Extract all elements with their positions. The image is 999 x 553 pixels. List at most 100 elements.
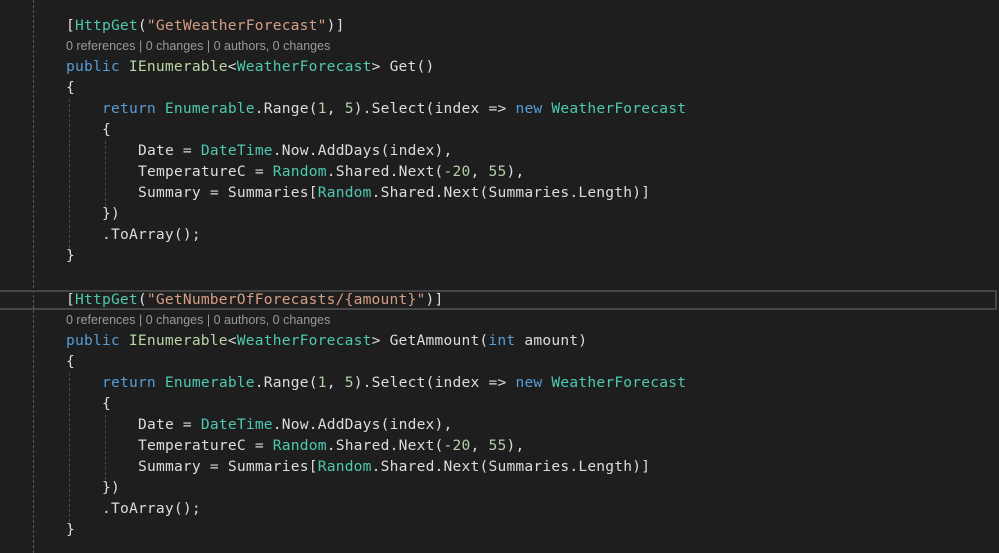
code-line-temperature[interactable]: TemperatureC = Random.Shared.Next(-20, 5… — [138, 161, 524, 182]
token: > — [371, 58, 381, 75]
token: .Range( — [254, 374, 318, 391]
code-line-open-brace[interactable]: { — [66, 351, 75, 372]
code-line-return[interactable]: return Enumerable.Range(1, 5).Select(ind… — [102, 372, 686, 393]
codelens-authors[interactable]: 0 authors, 0 changes — [214, 313, 331, 327]
token: { — [102, 395, 111, 412]
token: .ToArray(); — [102, 226, 201, 243]
token: .Shared.Next(Summaries.Length)] — [371, 184, 651, 201]
token: Date = — [138, 416, 201, 433]
token-type: Random — [272, 163, 327, 180]
code-line-close-brace[interactable]: } — [66, 519, 75, 540]
token-number: 1 — [317, 374, 327, 391]
code-line-signature[interactable]: public IEnumerable<WeatherForecast> GetA… — [66, 330, 587, 351]
token-interface: IEnumerable — [128, 332, 228, 349]
token-type: Random — [317, 458, 372, 475]
token: )] — [425, 291, 444, 308]
token-type: WeatherForecast — [236, 332, 372, 349]
codelens-separator: | — [203, 313, 214, 327]
code-line-open-brace[interactable]: { — [66, 77, 75, 98]
token-type: WeatherForecast — [551, 374, 687, 391]
token-number: 1 — [317, 100, 327, 117]
token-type: Enumerable — [164, 100, 255, 117]
token-type: Random — [317, 184, 372, 201]
token-type: DateTime — [200, 416, 273, 433]
token: ).Select(index => — [353, 100, 516, 117]
token: } — [66, 521, 75, 538]
token: < — [227, 332, 237, 349]
token: , — [326, 374, 345, 391]
token: ), — [506, 437, 525, 454]
token: { — [66, 79, 75, 96]
token-param: amount) — [515, 332, 588, 349]
indent-guide-method1 — [69, 99, 70, 253]
token-interface: IEnumerable — [128, 58, 228, 75]
token-string: "GetNumberOfForecasts/{amount}" — [146, 291, 426, 308]
indent-guide-initializer1 — [105, 141, 106, 206]
token-type: WeatherForecast — [236, 58, 372, 75]
code-line-summary[interactable]: Summary = Summaries[Random.Shared.Next(S… — [138, 182, 650, 203]
token: .Shared.Next(Summaries.Length)] — [371, 458, 651, 475]
indent-guide-class — [33, 0, 34, 553]
token-keyword: int — [488, 332, 516, 349]
token: .Now.AddDays(index), — [272, 142, 453, 159]
token-type: Random — [272, 437, 327, 454]
token: { — [102, 121, 111, 138]
code-line-temperature[interactable]: TemperatureC = Random.Shared.Next(-20, 5… — [138, 435, 524, 456]
code-editor[interactable]: [HttpGet("GetWeatherForecast")] 0 refere… — [0, 0, 999, 553]
token: TemperatureC = — [138, 163, 273, 180]
code-line-toarray[interactable]: .ToArray(); — [102, 498, 201, 519]
token-type: WeatherForecast — [551, 100, 687, 117]
token: .Shared.Next( — [326, 163, 444, 180]
token-keyword: public — [66, 332, 120, 349]
token-keyword: return — [102, 374, 156, 391]
code-line-date[interactable]: Date = DateTime.Now.AddDays(index), — [138, 140, 453, 161]
token: TemperatureC = — [138, 437, 273, 454]
code-line-init-open[interactable]: { — [102, 393, 111, 414]
codelens-changes[interactable]: 0 changes — [146, 313, 204, 327]
token: }) — [102, 205, 120, 222]
code-line-init-close[interactable]: }) — [102, 477, 120, 498]
token-number: 55 — [488, 437, 507, 454]
indent-guide-method2 — [69, 373, 70, 527]
token: Summary = Summaries[ — [138, 184, 318, 201]
codelens-authors[interactable]: 0 authors, 0 changes — [214, 39, 331, 53]
token: } — [66, 247, 75, 264]
token: .Now.AddDays(index), — [272, 416, 453, 433]
codelens-separator: | — [135, 313, 146, 327]
token: .Shared.Next( — [326, 437, 444, 454]
token-number: 5 — [344, 374, 354, 391]
token: , — [470, 437, 489, 454]
codelens-changes[interactable]: 0 changes — [146, 39, 204, 53]
token: ).Select(index => — [353, 374, 516, 391]
token-string: "GetWeatherForecast" — [146, 17, 327, 34]
token-keyword: new — [515, 100, 543, 117]
token-type: Enumerable — [164, 374, 255, 391]
token: ), — [506, 163, 525, 180]
code-line-signature[interactable]: public IEnumerable<WeatherForecast> Get(… — [66, 56, 435, 77]
codelens-references[interactable]: 0 references — [66, 39, 135, 53]
token: { — [66, 353, 75, 370]
code-line-return[interactable]: return Enumerable.Range(1, 5).Select(ind… — [102, 98, 686, 119]
token: }) — [102, 479, 120, 496]
code-line-close-brace[interactable]: } — [66, 245, 75, 266]
code-line-attribute[interactable]: [HttpGet("GetNumberOfForecasts/{amount}"… — [66, 289, 443, 310]
token-keyword: new — [515, 374, 543, 391]
code-line-date[interactable]: Date = DateTime.Now.AddDays(index), — [138, 414, 453, 435]
token-method: GetAmmount( — [380, 332, 489, 349]
token: Date = — [138, 142, 201, 159]
token: [ — [66, 17, 75, 34]
code-line-toarray[interactable]: .ToArray(); — [102, 224, 201, 245]
token: > — [371, 332, 381, 349]
code-line-summary[interactable]: Summary = Summaries[Random.Shared.Next(S… — [138, 456, 650, 477]
token: < — [227, 58, 237, 75]
token: ( — [137, 291, 147, 308]
code-line-attribute[interactable]: [HttpGet("GetWeatherForecast")] — [66, 15, 345, 36]
codelens-separator: | — [135, 39, 146, 53]
token-keyword: public — [66, 58, 120, 75]
code-line-init-open[interactable]: { — [102, 119, 111, 140]
codelens-references[interactable]: 0 references — [66, 313, 135, 327]
token-number: -20 — [443, 163, 471, 180]
token: .ToArray(); — [102, 500, 201, 517]
code-line-init-close[interactable]: }) — [102, 203, 120, 224]
token-number: 55 — [488, 163, 507, 180]
